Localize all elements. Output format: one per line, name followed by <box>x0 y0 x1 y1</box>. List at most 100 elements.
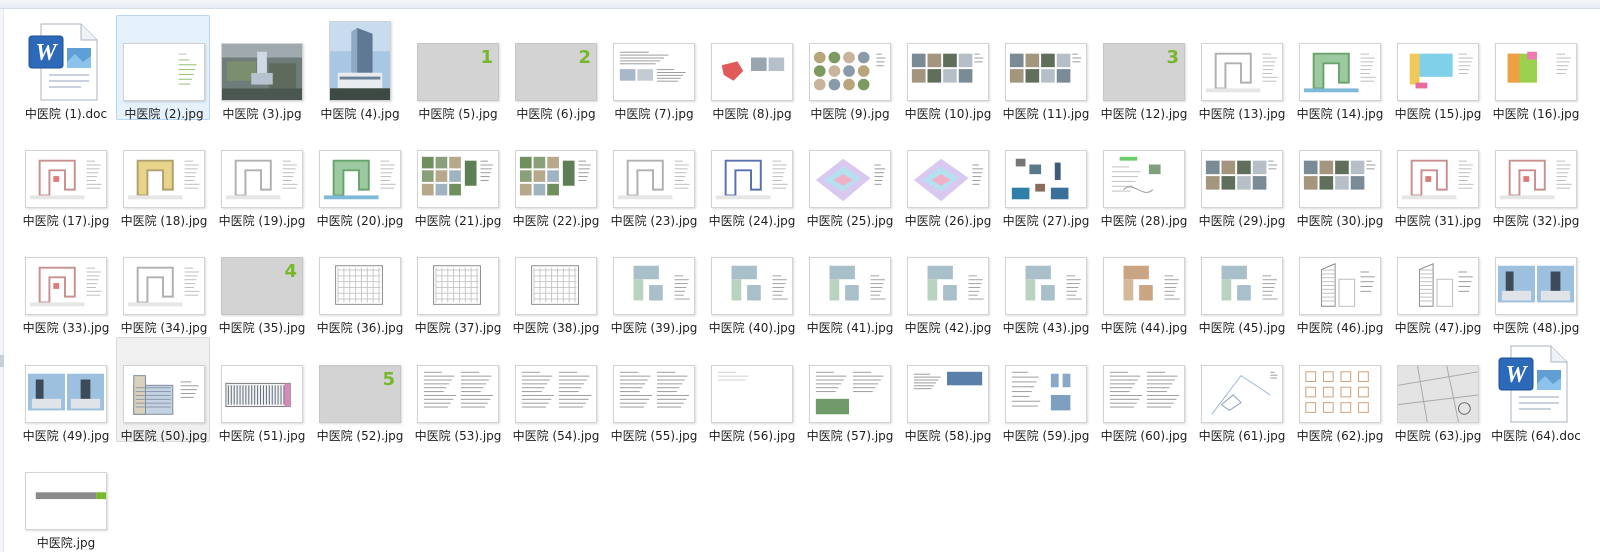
file-item[interactable]: 中医院 (56).jpg <box>704 337 798 443</box>
file-name: 中医院 (6).jpg <box>516 107 596 121</box>
file-thumbnail <box>1397 150 1479 208</box>
file-item[interactable]: 中医院 (53).jpg <box>410 337 504 443</box>
file-item[interactable]: 中医院 (54).jpg <box>508 337 602 443</box>
file-thumbnail <box>25 365 107 423</box>
file-item[interactable]: 中医院 (62).jpg <box>1292 337 1386 443</box>
file-name: 中医院 (30).jpg <box>1296 214 1384 228</box>
file-name: 中医院 (28).jpg <box>1100 214 1188 228</box>
file-item[interactable]: 中医院 (21).jpg <box>410 122 504 228</box>
file-name: 中医院 (46).jpg <box>1296 321 1384 335</box>
file-item[interactable]: 中医院 (29).jpg <box>1194 122 1288 228</box>
file-item[interactable]: 中医院 (18).jpg <box>116 122 210 228</box>
file-item[interactable]: 5 中医院 (52).jpg <box>312 337 406 443</box>
file-thumbnail <box>1299 365 1381 423</box>
file-name: 中医院 (34).jpg <box>120 321 208 335</box>
file-item[interactable]: 中医院 (25).jpg <box>802 122 896 228</box>
file-thumbnail <box>25 472 107 530</box>
file-item[interactable]: 中医院 (26).jpg <box>900 122 994 228</box>
file-item[interactable]: 中医院 (41).jpg <box>802 229 896 335</box>
file-item[interactable]: 中医院 (61).jpg <box>1194 337 1288 443</box>
file-thumbnail <box>711 150 793 208</box>
file-item[interactable]: 中医院 (3).jpg <box>214 15 308 121</box>
file-item[interactable]: 中医院 (51).jpg <box>214 337 308 443</box>
pane-resize-grip[interactable] <box>0 355 4 367</box>
file-thumbnail <box>221 150 303 208</box>
file-name: 中医院 (14).jpg <box>1296 107 1384 121</box>
file-item[interactable]: 中医院 (14).jpg <box>1292 15 1386 121</box>
file-item[interactable]: 中医院 (34).jpg <box>116 229 210 335</box>
file-item[interactable]: 中医院 (2).jpg <box>116 15 210 121</box>
file-thumbnail <box>907 43 989 101</box>
file-item[interactable]: 中医院 (37).jpg <box>410 229 504 335</box>
file-name: 中医院 (55).jpg <box>610 429 698 443</box>
file-item[interactable]: 中医院 (8).jpg <box>704 15 798 121</box>
file-item[interactable]: 中医院 (39).jpg <box>606 229 700 335</box>
file-item[interactable]: 中医院 (11).jpg <box>998 15 1092 121</box>
file-item[interactable]: 中医院 (23).jpg <box>606 122 700 228</box>
file-thumbnail <box>1397 365 1479 423</box>
file-name: 中医院 (19).jpg <box>218 214 306 228</box>
file-thumbnail <box>613 43 695 101</box>
file-name: 中医院 (42).jpg <box>904 321 992 335</box>
file-item[interactable]: 中医院 (60).jpg <box>1096 337 1190 443</box>
file-item[interactable]: 中医院 (15).jpg <box>1390 15 1484 121</box>
file-item[interactable]: 中医院.jpg <box>18 444 112 550</box>
file-item[interactable]: 中医院 (31).jpg <box>1390 122 1484 228</box>
file-name: 中医院 (35).jpg <box>218 321 306 335</box>
file-item[interactable]: 4 中医院 (35).jpg <box>214 229 308 335</box>
file-item[interactable]: 中医院 (46).jpg <box>1292 229 1386 335</box>
file-thumbnail <box>417 365 499 423</box>
file-item[interactable]: 中医院 (57).jpg <box>802 337 896 443</box>
file-item[interactable]: 中医院 (38).jpg <box>508 229 602 335</box>
file-item[interactable]: 中医院 (63).jpg <box>1390 337 1484 443</box>
file-item[interactable]: 中医院 (13).jpg <box>1194 15 1288 121</box>
file-item[interactable]: 中医院 (55).jpg <box>606 337 700 443</box>
file-item[interactable]: 中医院 (16).jpg <box>1488 15 1582 121</box>
file-thumbnail <box>1397 43 1479 101</box>
file-item[interactable]: 中医院 (48).jpg <box>1488 229 1582 335</box>
file-name: 中医院 (50).jpg <box>120 429 208 443</box>
file-thumbnail <box>123 257 205 315</box>
file-item[interactable]: 中医院 (24).jpg <box>704 122 798 228</box>
file-item[interactable]: W 中医院 (1).doc <box>18 15 112 121</box>
file-item[interactable]: 中医院 (32).jpg <box>1488 122 1582 228</box>
file-thumbnail <box>1299 150 1381 208</box>
file-item[interactable]: 中医院 (22).jpg <box>508 122 602 228</box>
file-item[interactable]: 中医院 (10).jpg <box>900 15 994 121</box>
file-item[interactable]: 中医院 (47).jpg <box>1390 229 1484 335</box>
file-name: 中医院 (41).jpg <box>806 321 894 335</box>
file-item[interactable]: 中医院 (9).jpg <box>802 15 896 121</box>
file-name: 中医院 (60).jpg <box>1100 429 1188 443</box>
file-item[interactable]: 中医院 (45).jpg <box>1194 229 1288 335</box>
file-item[interactable]: 中医院 (30).jpg <box>1292 122 1386 228</box>
file-name: 中医院 (12).jpg <box>1100 107 1188 121</box>
file-name: 中医院 (24).jpg <box>708 214 796 228</box>
file-item[interactable]: 中医院 (28).jpg <box>1096 122 1190 228</box>
navigation-pane-edge[interactable] <box>0 9 4 552</box>
file-item[interactable]: 中医院 (20).jpg <box>312 122 406 228</box>
file-item[interactable]: 中医院 (43).jpg <box>998 229 1092 335</box>
file-item[interactable]: 中医院 (17).jpg <box>18 122 112 228</box>
file-item[interactable]: 中医院 (27).jpg <box>998 122 1092 228</box>
file-thumbnail: 3 <box>1103 43 1185 101</box>
file-item[interactable]: 中医院 (44).jpg <box>1096 229 1190 335</box>
file-item[interactable]: 中医院 (36).jpg <box>312 229 406 335</box>
file-item[interactable]: 中医院 (58).jpg <box>900 337 994 443</box>
file-item[interactable]: 中医院 (4).jpg <box>312 15 406 121</box>
file-item[interactable]: 中医院 (19).jpg <box>214 122 308 228</box>
file-item[interactable]: 中医院 (7).jpg <box>606 15 700 121</box>
section-number: 5 <box>382 369 395 390</box>
file-item[interactable]: 中医院 (33).jpg <box>18 229 112 335</box>
file-item[interactable]: 3 中医院 (12).jpg <box>1096 15 1190 121</box>
file-item[interactable]: 中医院 (40).jpg <box>704 229 798 335</box>
file-item[interactable]: W 中医院 (64).doc <box>1488 337 1582 443</box>
file-item[interactable]: 中医院 (50).jpg <box>116 337 210 443</box>
file-item[interactable]: 中医院 (42).jpg <box>900 229 994 335</box>
file-name: 中医院 (27).jpg <box>1002 214 1090 228</box>
file-item[interactable]: 1 中医院 (5).jpg <box>410 15 504 121</box>
file-name: 中医院 (63).jpg <box>1394 429 1482 443</box>
file-item[interactable]: 2 中医院 (6).jpg <box>508 15 602 121</box>
file-item[interactable]: 中医院 (49).jpg <box>18 337 112 443</box>
file-item[interactable]: 中医院 (59).jpg <box>998 337 1092 443</box>
file-thumbnail <box>1201 43 1283 101</box>
